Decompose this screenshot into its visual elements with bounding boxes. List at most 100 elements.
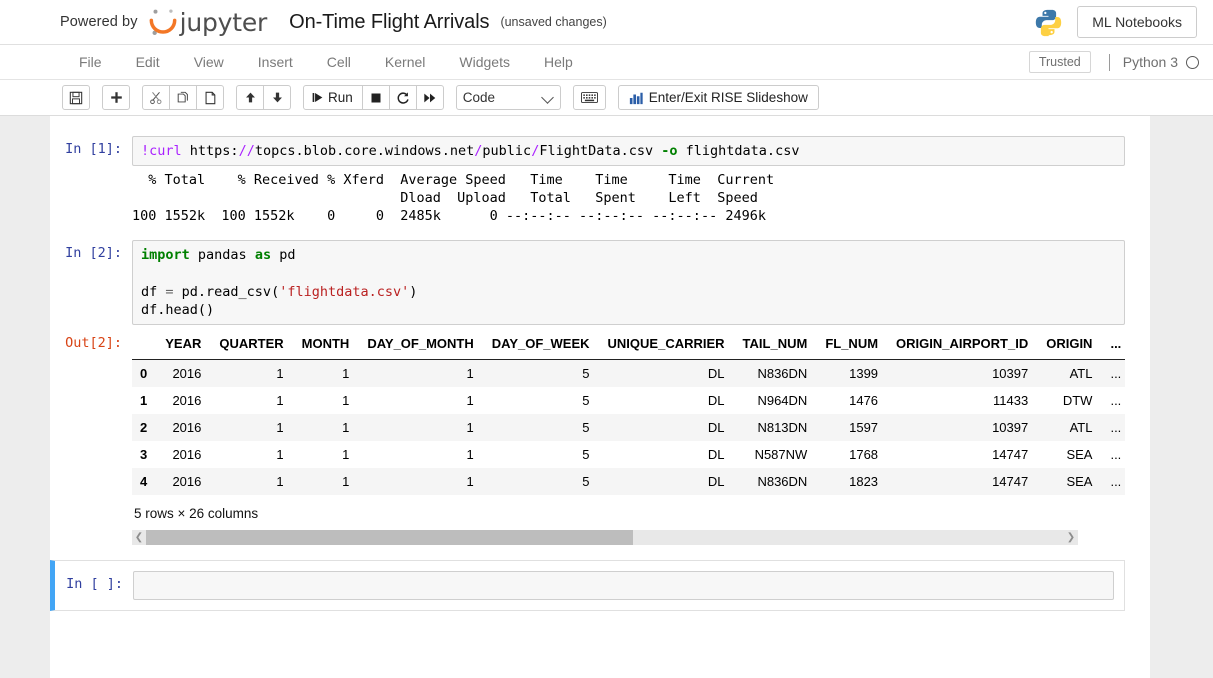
dataframe-row-index: 0	[132, 359, 156, 387]
dataframe-horizontal-scrollbar[interactable]: ❮ ❯	[132, 530, 1078, 545]
dataframe-column-header: UNIQUE_CARRIER	[599, 334, 734, 360]
plus-icon	[110, 91, 123, 104]
code-cell-empty-selected[interactable]: In [ ]:	[50, 560, 1125, 611]
dataframe-cell: 1	[210, 387, 292, 414]
kernel-idle-icon	[1186, 56, 1199, 69]
keyboard-icon	[581, 92, 598, 103]
dataframe-cell: 1476	[816, 387, 887, 414]
move-cell-down-button[interactable]	[263, 85, 291, 110]
menu-item-view[interactable]: View	[177, 48, 241, 76]
dataframe-cell: 1	[210, 441, 292, 468]
scrollbar-track[interactable]	[146, 530, 1064, 545]
dataframe-cell: ...	[1101, 387, 1125, 414]
dataframe-cell: 1597	[816, 414, 887, 441]
save-status-label: (unsaved changes)	[500, 15, 606, 29]
notebook-title[interactable]: On-Time Flight Arrivals	[289, 11, 489, 34]
notebook-canvas: In [1]: !curl https://topcs.blob.core.wi…	[0, 116, 1213, 678]
trusted-badge[interactable]: Trusted	[1029, 51, 1091, 73]
menu-item-help[interactable]: Help	[527, 48, 590, 76]
restart-circle-icon	[396, 91, 410, 105]
header-right-group: ML Notebooks	[1034, 6, 1197, 38]
dataframe-cell: 2016	[156, 441, 210, 468]
rise-slideshow-label: Enter/Exit RISE Slideshow	[649, 90, 808, 105]
menu-item-cell[interactable]: Cell	[310, 48, 368, 76]
dataframe-index-header	[132, 334, 156, 360]
dataframe-cell: DL	[599, 468, 734, 495]
powered-by-label: Powered by	[60, 14, 138, 30]
dataframe-scroll-region[interactable]: YEARQUARTERMONTHDAY_OF_MONTHDAY_OF_WEEKU…	[132, 330, 1125, 495]
dataframe-cell: N964DN	[734, 387, 817, 414]
dataframe-cell: 1	[293, 414, 359, 441]
output-cell-2: Out[2]: YEARQUARTERMONTHDAY_OF_MONTHDAY_…	[50, 330, 1125, 550]
menubar-divider	[1109, 54, 1110, 71]
scissors-icon	[149, 91, 163, 105]
chevron-right-icon[interactable]: ❯	[1064, 532, 1078, 543]
dataframe-cell: 1	[210, 359, 292, 387]
command-palette-button[interactable]	[573, 85, 606, 110]
run-button[interactable]: Run	[303, 85, 363, 110]
toolbar-group-move	[236, 85, 291, 110]
empty-cell-input[interactable]	[133, 571, 1114, 600]
restart-kernel-button[interactable]	[389, 85, 417, 110]
dataframe-header-row: YEARQUARTERMONTHDAY_OF_MONTHDAY_OF_WEEKU…	[132, 334, 1125, 360]
dataframe-cell: DL	[599, 387, 734, 414]
run-button-label: Run	[328, 90, 353, 105]
notebook-cells-container: In [1]: !curl https://topcs.blob.core.wi…	[50, 131, 1150, 611]
dataframe-cell: N836DN	[734, 468, 817, 495]
table-row: 120161115DLN964DN147611433DTW...	[132, 387, 1125, 414]
restart-run-all-button[interactable]	[416, 85, 444, 110]
cell-type-select[interactable]: Code Markdown Raw NBConvert Heading	[456, 85, 561, 110]
paste-button[interactable]	[196, 85, 224, 110]
dataframe-column-header: MONTH	[293, 334, 359, 360]
account-button[interactable]: ML Notebooks	[1077, 6, 1197, 38]
interrupt-kernel-button[interactable]	[362, 85, 390, 110]
code-cell-1[interactable]: In [1]: !curl https://topcs.blob.core.wi…	[50, 131, 1125, 235]
jupyter-logo-icon	[148, 7, 178, 37]
dataframe-column-header: ORIGIN	[1037, 334, 1101, 360]
arrow-up-icon	[244, 91, 257, 104]
dataframe-column-header: FL_NUM	[816, 334, 887, 360]
jupyter-wordmark: jupyter	[180, 8, 268, 37]
dataframe-column-header: TAIL_NUM	[734, 334, 817, 360]
menu-item-widgets[interactable]: Widgets	[442, 48, 527, 76]
copy-button[interactable]	[169, 85, 197, 110]
dataframe-row-index: 1	[132, 387, 156, 414]
dataframe-cell: 10397	[887, 414, 1037, 441]
dataframe-cell: 1	[293, 387, 359, 414]
dataframe-cell: 2016	[156, 414, 210, 441]
scrollbar-thumb[interactable]	[146, 530, 633, 545]
code-cell-2[interactable]: In [2]: import pandas as pd df = pd.read…	[50, 235, 1125, 330]
dataframe-cell: 2016	[156, 359, 210, 387]
python-logo-icon	[1034, 8, 1063, 37]
menu-item-kernel[interactable]: Kernel	[368, 48, 442, 76]
dataframe-cell: N836DN	[734, 359, 817, 387]
cut-button[interactable]	[142, 85, 170, 110]
cell-1-input[interactable]: !curl https://topcs.blob.core.windows.ne…	[132, 136, 1125, 166]
rise-slideshow-button[interactable]: Enter/Exit RISE Slideshow	[618, 85, 819, 110]
save-button[interactable]	[62, 85, 90, 110]
dataframe-cell: SEA	[1037, 441, 1101, 468]
copy-icon	[176, 91, 190, 105]
move-cell-up-button[interactable]	[236, 85, 264, 110]
dataframe-cell: 1	[210, 414, 292, 441]
jupyter-notebook-app: Powered by jupyter On-Time Flight Arriva…	[0, 0, 1213, 678]
dataframe-cell: N587NW	[734, 441, 817, 468]
jupyter-logo[interactable]: jupyter	[148, 7, 268, 37]
toolbar: Run Code	[0, 80, 1213, 116]
chevron-left-icon[interactable]: ❮	[132, 532, 146, 543]
dataframe-cell: 1	[293, 468, 359, 495]
dataframe-cell: 1823	[816, 468, 887, 495]
cell-2-body: import pandas as pd df = pd.read_csv('fl…	[132, 240, 1125, 325]
menu-item-edit[interactable]: Edit	[119, 48, 177, 76]
dataframe-row-index: 4	[132, 468, 156, 495]
menu-item-insert[interactable]: Insert	[241, 48, 310, 76]
cell-2-input[interactable]: import pandas as pd df = pd.read_csv('fl…	[132, 240, 1125, 325]
insert-cell-below-button[interactable]	[102, 85, 130, 110]
menu-item-file[interactable]: File	[62, 48, 119, 76]
toolbar-group-clipboard	[142, 85, 224, 110]
dataframe-cell: 1	[293, 359, 359, 387]
arrow-down-icon	[271, 91, 284, 104]
empty-cell-body	[133, 571, 1114, 600]
dataframe-cell: 1	[293, 441, 359, 468]
dataframe-cell: 10397	[887, 359, 1037, 387]
